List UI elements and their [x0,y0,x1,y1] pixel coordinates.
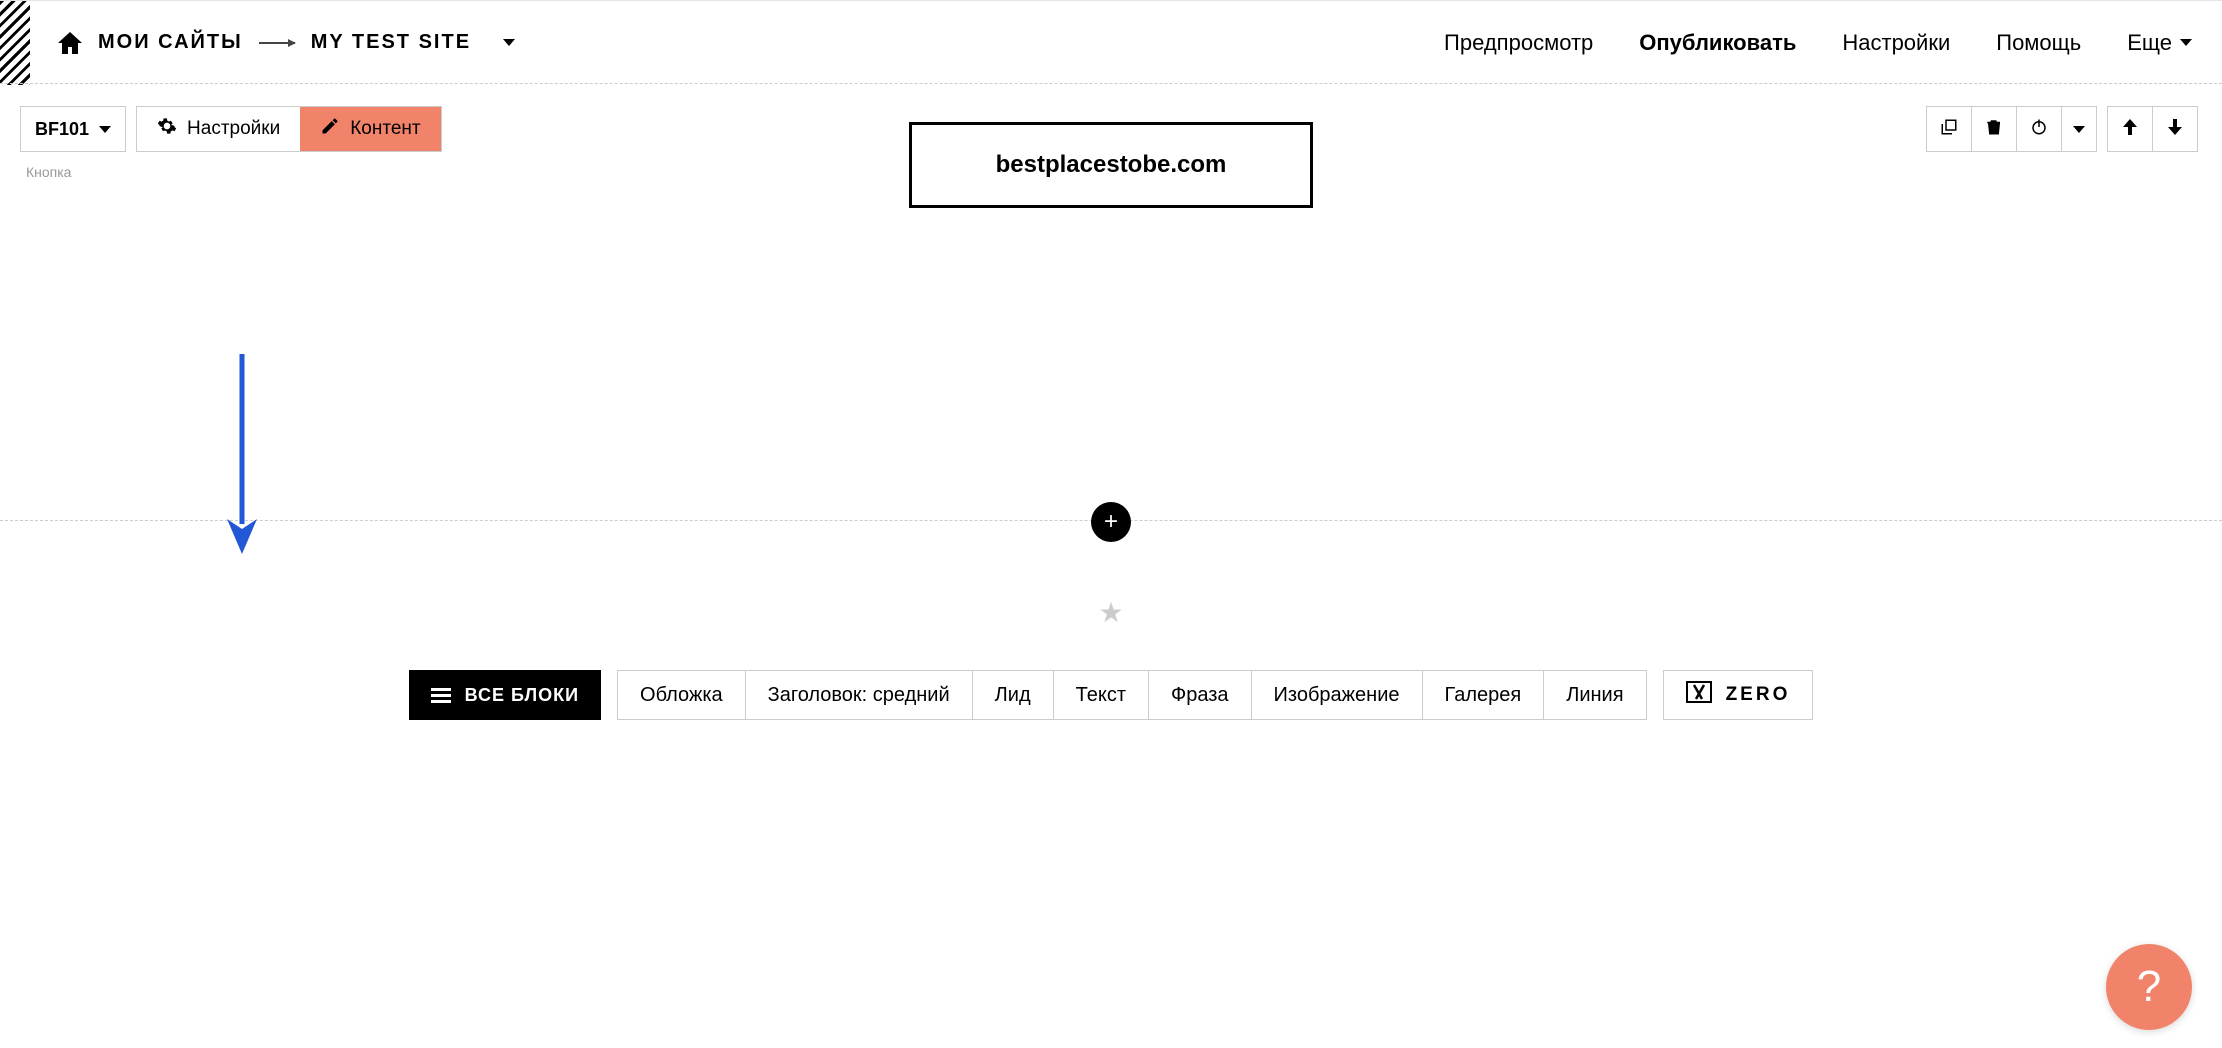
question-icon: ? [2137,962,2161,1012]
canvas-button[interactable]: bestplacestobe.com [909,122,1314,208]
block-id-select[interactable]: BF101 [20,106,126,152]
trash-icon [1985,117,2003,142]
visibility-button[interactable] [2016,106,2062,152]
plus-icon: + [1104,508,1118,536]
pencil-icon [320,116,340,142]
nav-publish[interactable]: Опубликовать [1639,30,1796,56]
top-bar: МОИ САЙТЫ MY TEST SITE Предпросмотр Опуб… [0,0,2222,84]
all-blocks-label: ВСЕ БЛОКИ [465,685,579,706]
copy-icon [1940,118,1958,141]
block-id-value: BF101 [35,119,89,140]
power-icon [2030,118,2048,141]
block-category[interactable]: Заголовок: средний [745,670,973,720]
caret-down-icon [2073,126,2085,133]
star-placeholder-icon: ★ [1098,596,1123,629]
zero-block-button[interactable]: ZERO [1663,670,1814,720]
block-category[interactable]: Галерея [1422,670,1545,720]
nav-help[interactable]: Помощь [1996,30,2081,56]
top-nav: Предпросмотр Опубликовать Настройки Помо… [1444,30,2192,56]
arrow-down-icon [2168,119,2182,140]
help-fab[interactable]: ? [2106,944,2192,1030]
brand-logo[interactable] [0,1,30,85]
tab-settings-label: Настройки [187,118,280,140]
more-options-button[interactable] [2061,106,2097,152]
delete-button[interactable] [1971,106,2017,152]
block-category[interactable]: Обложка [617,670,746,720]
block-category[interactable]: Фраза [1148,670,1252,720]
gear-icon [157,116,177,142]
nav-preview[interactable]: Предпросмотр [1444,30,1593,56]
block-toolbar-right [1926,106,2198,152]
block-category[interactable]: Линия [1543,670,1646,720]
block-categories: Обложка Заголовок: средний Лид Текст Фра… [617,670,1647,720]
caret-down-icon[interactable] [503,39,515,46]
home-icon[interactable] [58,32,82,54]
breadcrumb-root[interactable]: МОИ САЙТЫ [98,31,243,54]
add-block-button[interactable]: + [1091,502,1131,542]
arrow-up-icon [2123,119,2137,140]
nav-settings[interactable]: Настройки [1842,30,1950,56]
duplicate-button[interactable] [1926,106,1972,152]
breadcrumb: МОИ САЙТЫ MY TEST SITE [30,31,515,54]
move-down-button[interactable] [2152,106,2198,152]
tab-content[interactable]: Контент [300,107,440,151]
block-library-toolbar: ВСЕ БЛОКИ Обложка Заголовок: средний Лид… [0,670,2222,720]
editor-area: BF101 Настройки Контент Кнопка [0,84,2222,1048]
nav-more-label: Еще [2127,30,2172,56]
block-type-label: Кнопка [26,164,71,180]
breadcrumb-site[interactable]: MY TEST SITE [311,31,471,54]
block-category[interactable]: Текст [1053,670,1149,720]
zero-icon [1686,681,1712,709]
menu-icon [431,688,451,703]
block-category[interactable]: Изображение [1251,670,1423,720]
block-toolbar-left: BF101 Настройки Контент [20,106,442,152]
caret-down-icon [2180,39,2192,46]
block-tabs: Настройки Контент [136,106,442,152]
block-category[interactable]: Лид [972,670,1054,720]
all-blocks-button[interactable]: ВСЕ БЛОКИ [409,670,601,720]
tab-settings[interactable]: Настройки [137,107,300,151]
move-up-button[interactable] [2107,106,2153,152]
caret-down-icon [99,126,111,133]
annotation-arrow [222,354,262,559]
arrow-right-icon [259,42,295,44]
nav-more[interactable]: Еще [2127,30,2192,56]
zero-label: ZERO [1726,684,1791,706]
tab-content-label: Контент [350,118,420,140]
